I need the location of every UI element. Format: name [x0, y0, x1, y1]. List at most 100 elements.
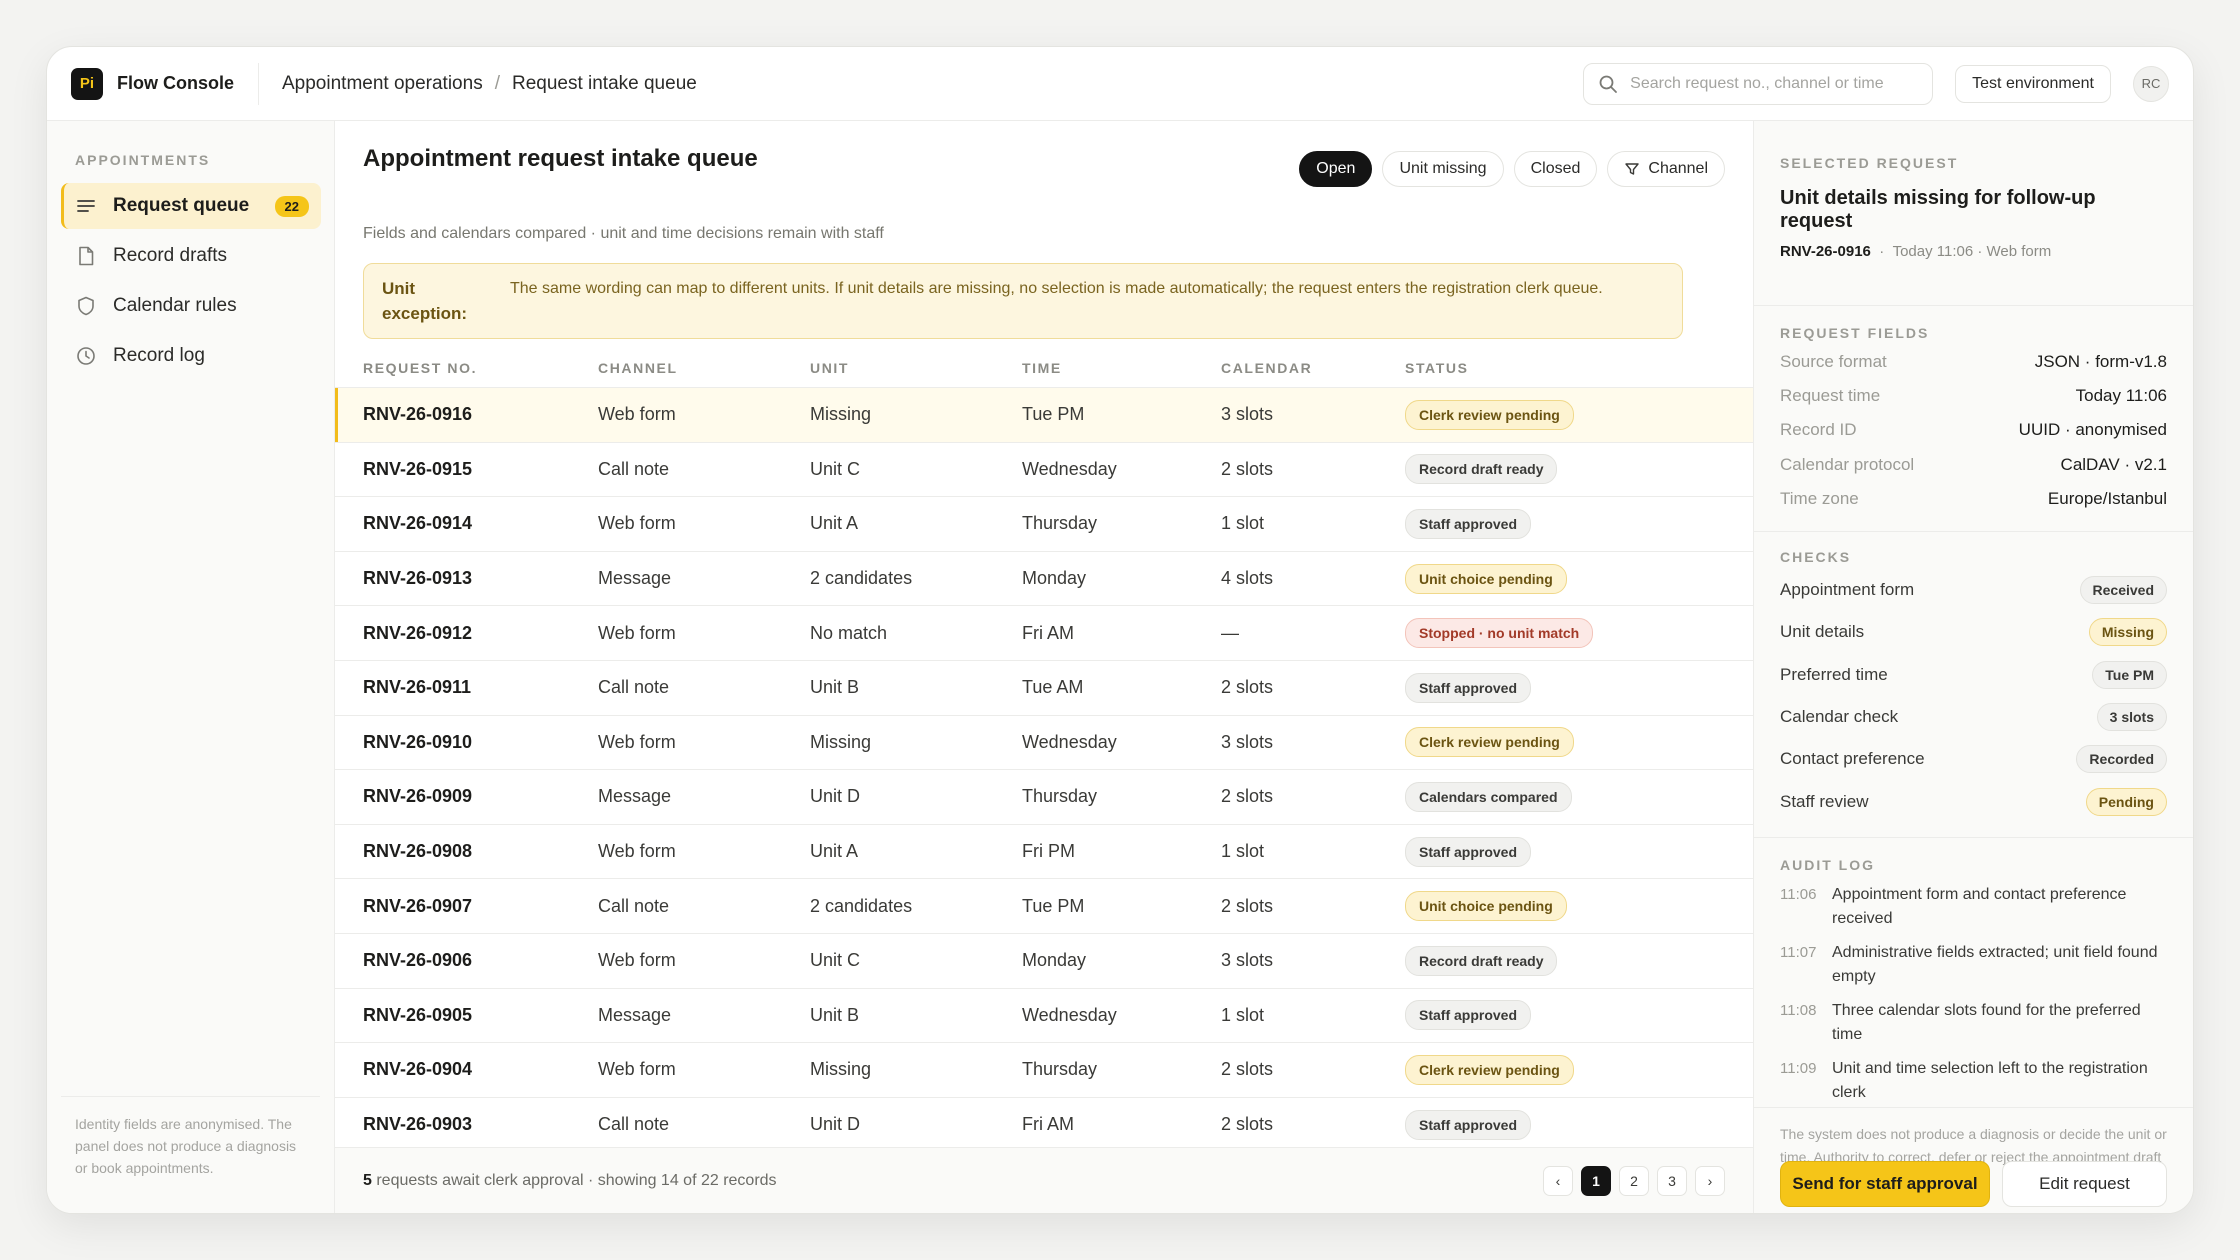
status-badge: Staff approved — [1405, 508, 1532, 539]
cell-time: Fri AM — [1022, 1114, 1074, 1135]
check-label: Unit details — [1780, 622, 1865, 642]
column-header-request-no[interactable]: REQUEST NO. — [363, 360, 477, 376]
audit-time: 11:08 — [1780, 1002, 1817, 1019]
breadcrumb-item-operations[interactable]: Appointment operations — [282, 73, 483, 95]
cell-request-no: RNV-26-0912 — [363, 622, 473, 643]
cell-calendar: 2 slots — [1221, 677, 1274, 698]
audit-time: 11:06 — [1780, 886, 1817, 903]
status-badge: Calendars compared — [1405, 781, 1572, 812]
section-heading: CHECKS — [1780, 549, 1852, 565]
audit-log-entry: 11:09 Unit and time selection left to the… — [1780, 1057, 2167, 1105]
sidebar-item-request-queue[interactable]: Request queue 22 — [61, 183, 321, 229]
table-row[interactable]: RNV-26-0916 Web form Missing Tue PM 3 slots C… — [335, 388, 1753, 443]
audit-text: Three calendar slots found for the prefe… — [1832, 1002, 2141, 1043]
table-row[interactable]: RNV-26-0914 Web form Unit A Thursday 1 slot S… — [335, 497, 1753, 552]
cell-status: Staff approved — [1405, 508, 1532, 539]
cell-unit: 2 candidates — [810, 568, 913, 589]
search-placeholder: Search request no., channel or time — [1630, 75, 1884, 92]
cell-status: Clerk review pending — [1405, 1054, 1574, 1085]
cell-channel: Call note — [598, 677, 670, 698]
column-header-calendar[interactable]: CALENDAR — [1221, 360, 1312, 376]
status-badge: Stopped · no unit match — [1405, 618, 1594, 649]
cell-time: Wednesday — [1022, 458, 1117, 479]
check-row: Calendar check 3 slots — [1780, 696, 2167, 738]
brand[interactable]: Pi Flow Console — [71, 62, 259, 105]
table-row[interactable]: RNV-26-0911 Call note Unit B Tue AM 2 slots S… — [335, 661, 1753, 716]
cell-status: Clerk review pending — [1405, 727, 1574, 758]
cell-status: Record draft ready — [1405, 454, 1558, 485]
footer-summary-text: requests await clerk approval · showing … — [371, 1171, 777, 1189]
cell-status: Calendars compared — [1405, 781, 1572, 812]
environment-button[interactable]: Test environment — [1955, 64, 2111, 103]
sidebar-nav: Request queue 22 Record drafts Calendar … — [61, 183, 321, 383]
next-page-button[interactable]: › — [1695, 1165, 1725, 1196]
check-status-badge: Pending — [2085, 787, 2167, 816]
cell-unit: Unit C — [810, 950, 861, 971]
table-row[interactable]: RNV-26-0905 Message Unit B Wednesday 1 slot S… — [335, 989, 1753, 1044]
sidebar-item-label: Record log — [113, 345, 205, 366]
search-input[interactable]: Search request no., channel or time — [1583, 62, 1934, 105]
table-row[interactable]: RNV-26-0907 Call note 2 candidates Tue PM 2 … — [335, 879, 1753, 934]
status-badge: Record draft ready — [1405, 945, 1558, 976]
column-header-channel[interactable]: CHANNEL — [598, 360, 678, 376]
selected-request-time-channel: Today 11:06 · Web form — [1892, 243, 2052, 260]
column-header-status[interactable]: STATUS — [1405, 360, 1469, 376]
cell-time: Tue PM — [1022, 404, 1085, 425]
audit-text: Unit and time selection left to the regi… — [1832, 1060, 2148, 1101]
edit-request-button[interactable]: Edit request — [2002, 1161, 2167, 1207]
request-table: RNV-26-0916 Web form Missing Tue PM 3 slots C… — [335, 387, 1753, 1153]
table-row[interactable]: RNV-26-0912 Web form No match Fri AM — Stoppe… — [335, 606, 1753, 661]
sidebar-item-record-log[interactable]: Record log — [61, 333, 321, 379]
filter-closed[interactable]: Closed — [1513, 151, 1598, 187]
app-name: Flow Console — [117, 73, 234, 93]
cell-calendar: 1 slot — [1221, 513, 1265, 534]
send-for-approval-button[interactable]: Send for staff approval — [1780, 1161, 1990, 1207]
cell-status: Unit choice pending — [1405, 891, 1567, 922]
divider — [1754, 837, 2193, 838]
page-2-button[interactable]: 2 — [1619, 1165, 1649, 1196]
divider — [1754, 531, 2193, 532]
field-value: UUID · anonymised — [2018, 420, 2167, 440]
filter-bar: Open Unit missing Closed Channel — [1299, 151, 1725, 187]
cell-calendar: — — [1221, 622, 1239, 643]
filter-channel[interactable]: Channel — [1607, 151, 1725, 187]
cell-request-no: RNV-26-0907 — [363, 895, 473, 916]
audit-text: Administrative fields extracted; unit fi… — [1832, 944, 2158, 985]
filter-open[interactable]: Open — [1299, 151, 1373, 187]
audit-log-entry: 11:07 Administrative fields extracted; un… — [1780, 941, 2167, 989]
table-row[interactable]: RNV-26-0906 Web form Unit C Monday 3 slots Re… — [335, 934, 1753, 989]
field-value: CalDAV · v2.1 — [2060, 454, 2167, 474]
cell-time: Fri PM — [1022, 841, 1075, 862]
shield-icon — [78, 296, 94, 316]
column-header-unit[interactable]: UNIT — [810, 360, 849, 376]
column-header-time[interactable]: TIME — [1022, 360, 1062, 376]
filter-unit-missing[interactable]: Unit missing — [1382, 151, 1504, 187]
cell-time: Monday — [1022, 950, 1087, 971]
sidebar-item-record-drafts[interactable]: Record drafts — [61, 233, 321, 279]
cell-unit: Missing — [810, 731, 872, 752]
cell-unit: Missing — [810, 404, 872, 425]
cell-channel: Call note — [598, 895, 670, 916]
table-row[interactable]: RNV-26-0903 Call note Unit D Fri AM 2 slots S… — [335, 1098, 1753, 1153]
sidebar-item-calendar-rules[interactable]: Calendar rules — [61, 283, 321, 329]
table-row[interactable]: RNV-26-0904 Web form Missing Thursday 2 slot… — [335, 1043, 1753, 1098]
table-row[interactable]: RNV-26-0909 Message Unit D Thursday 2 slots C… — [335, 770, 1753, 825]
table-row[interactable]: RNV-26-0913 Message 2 candidates Monday 4 sl… — [335, 552, 1753, 607]
check-status-badge: Received — [2079, 576, 2167, 605]
table-row[interactable]: RNV-26-0915 Call note Unit C Wednesday 2 slo… — [335, 443, 1753, 498]
cell-status: Staff approved — [1405, 836, 1532, 867]
table-row[interactable]: RNV-26-0910 Web form Missing Wednesday 3 slo… — [335, 716, 1753, 771]
table-row[interactable]: RNV-26-0908 Web form Unit A Fri PM 1 slot Sta… — [335, 825, 1753, 880]
status-badge: Staff approved — [1405, 1109, 1532, 1140]
page-3-button[interactable]: 3 — [1657, 1165, 1687, 1196]
avatar[interactable]: RC — [2133, 65, 2169, 102]
selected-request-meta: RNV-26-0916 · Today 11:06 · Web form — [1780, 243, 2052, 260]
page-1-button[interactable]: 1 — [1581, 1165, 1611, 1196]
cell-status: Clerk review pending — [1405, 399, 1574, 430]
prev-page-button[interactable]: ‹ — [1543, 1165, 1573, 1196]
cell-calendar: 1 slot — [1221, 1004, 1265, 1025]
field-value: JSON · form-v1.8 — [2034, 352, 2167, 372]
check-row: Preferred time Tue PM — [1780, 654, 2167, 696]
cell-channel: Web form — [598, 513, 676, 534]
cell-time: Wednesday — [1022, 731, 1117, 752]
